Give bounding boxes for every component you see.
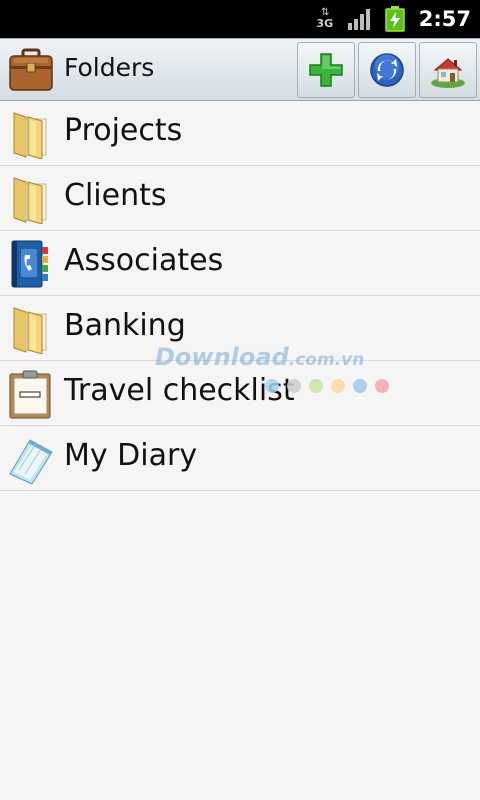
home-icon xyxy=(431,58,465,88)
folder-icon xyxy=(13,177,47,224)
folder-icon xyxy=(13,307,47,354)
folder-list: Projects Clients Associates Banking Trav… xyxy=(0,101,480,491)
title-bar: Folders xyxy=(0,38,480,101)
network-type-label: 3G xyxy=(316,17,334,30)
list-item-banking[interactable]: Banking xyxy=(0,296,480,361)
list-item-my-diary[interactable]: My Diary xyxy=(0,426,480,491)
page-title: Folders xyxy=(64,53,155,82)
address-book-icon xyxy=(11,240,48,288)
list-item-associates[interactable]: Associates xyxy=(0,231,480,296)
sync-button[interactable] xyxy=(358,42,416,98)
list-item-label: Projects xyxy=(64,113,183,148)
folder-icon xyxy=(13,112,47,159)
list-item-label: My Diary xyxy=(64,438,198,473)
sync-icon xyxy=(370,53,404,87)
list-item-label: Clients xyxy=(64,178,167,213)
add-button[interactable] xyxy=(297,42,355,98)
briefcase-icon xyxy=(9,48,53,91)
battery-charging-icon xyxy=(385,6,405,32)
list-item-clients[interactable]: Clients xyxy=(0,166,480,231)
notepad-icon xyxy=(9,439,53,484)
checklist-icon xyxy=(9,370,51,419)
status-bar: ⇅ 3G 2:57 xyxy=(0,0,480,38)
plus-icon xyxy=(309,53,343,87)
list-item-label: Associates xyxy=(64,243,224,278)
clock-time: 2:57 xyxy=(418,7,471,31)
list-item-projects[interactable]: Projects xyxy=(0,101,480,166)
list-item-label: Travel checklist xyxy=(64,373,295,408)
list-item-travel-checklist[interactable]: Travel checklist xyxy=(0,361,480,426)
network-3g-icon: ⇅ 3G xyxy=(316,7,334,30)
list-item-label: Banking xyxy=(64,308,186,343)
home-button[interactable] xyxy=(419,42,477,98)
signal-strength-icon xyxy=(347,9,370,30)
